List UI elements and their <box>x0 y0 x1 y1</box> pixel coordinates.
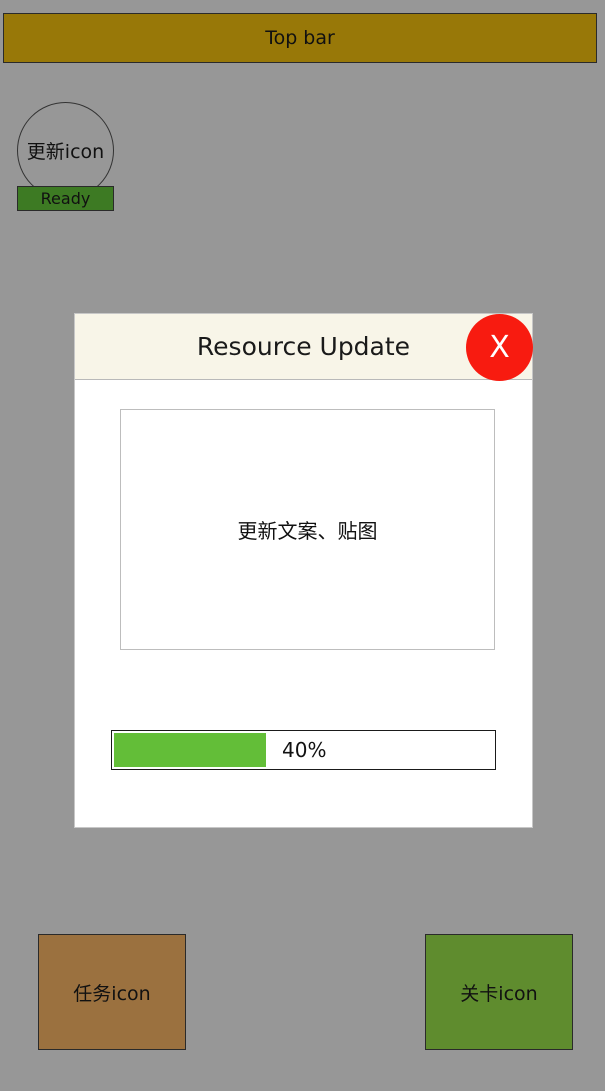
resource-update-dialog: Resource Update X 更新文案、贴图 40% <box>74 313 533 828</box>
dialog-header: Resource Update <box>75 314 532 380</box>
progress-fill <box>114 733 266 767</box>
update-icon-label: 更新icon <box>26 141 105 163</box>
update-content-text: 更新文案、贴图 <box>237 519 378 543</box>
progress-label: 40% <box>282 738 327 762</box>
status-badge-label: Ready <box>40 189 91 208</box>
update-content-panel: 更新文案、贴图 <box>120 409 495 650</box>
update-icon[interactable]: 更新icon <box>17 102 114 199</box>
progress-bar: 40% <box>111 730 496 770</box>
status-badge: Ready <box>17 186 114 211</box>
close-icon: X <box>489 330 510 365</box>
task-label: 任务icon <box>73 982 151 1005</box>
top-bar-label: Top bar <box>265 27 335 49</box>
level-button[interactable]: 关卡icon <box>425 934 573 1050</box>
dialog-title: Resource Update <box>196 332 411 361</box>
task-button[interactable]: 任务icon <box>38 934 186 1050</box>
close-button[interactable]: X <box>466 314 533 381</box>
level-label: 关卡icon <box>460 982 538 1005</box>
top-bar: Top bar <box>3 13 597 63</box>
